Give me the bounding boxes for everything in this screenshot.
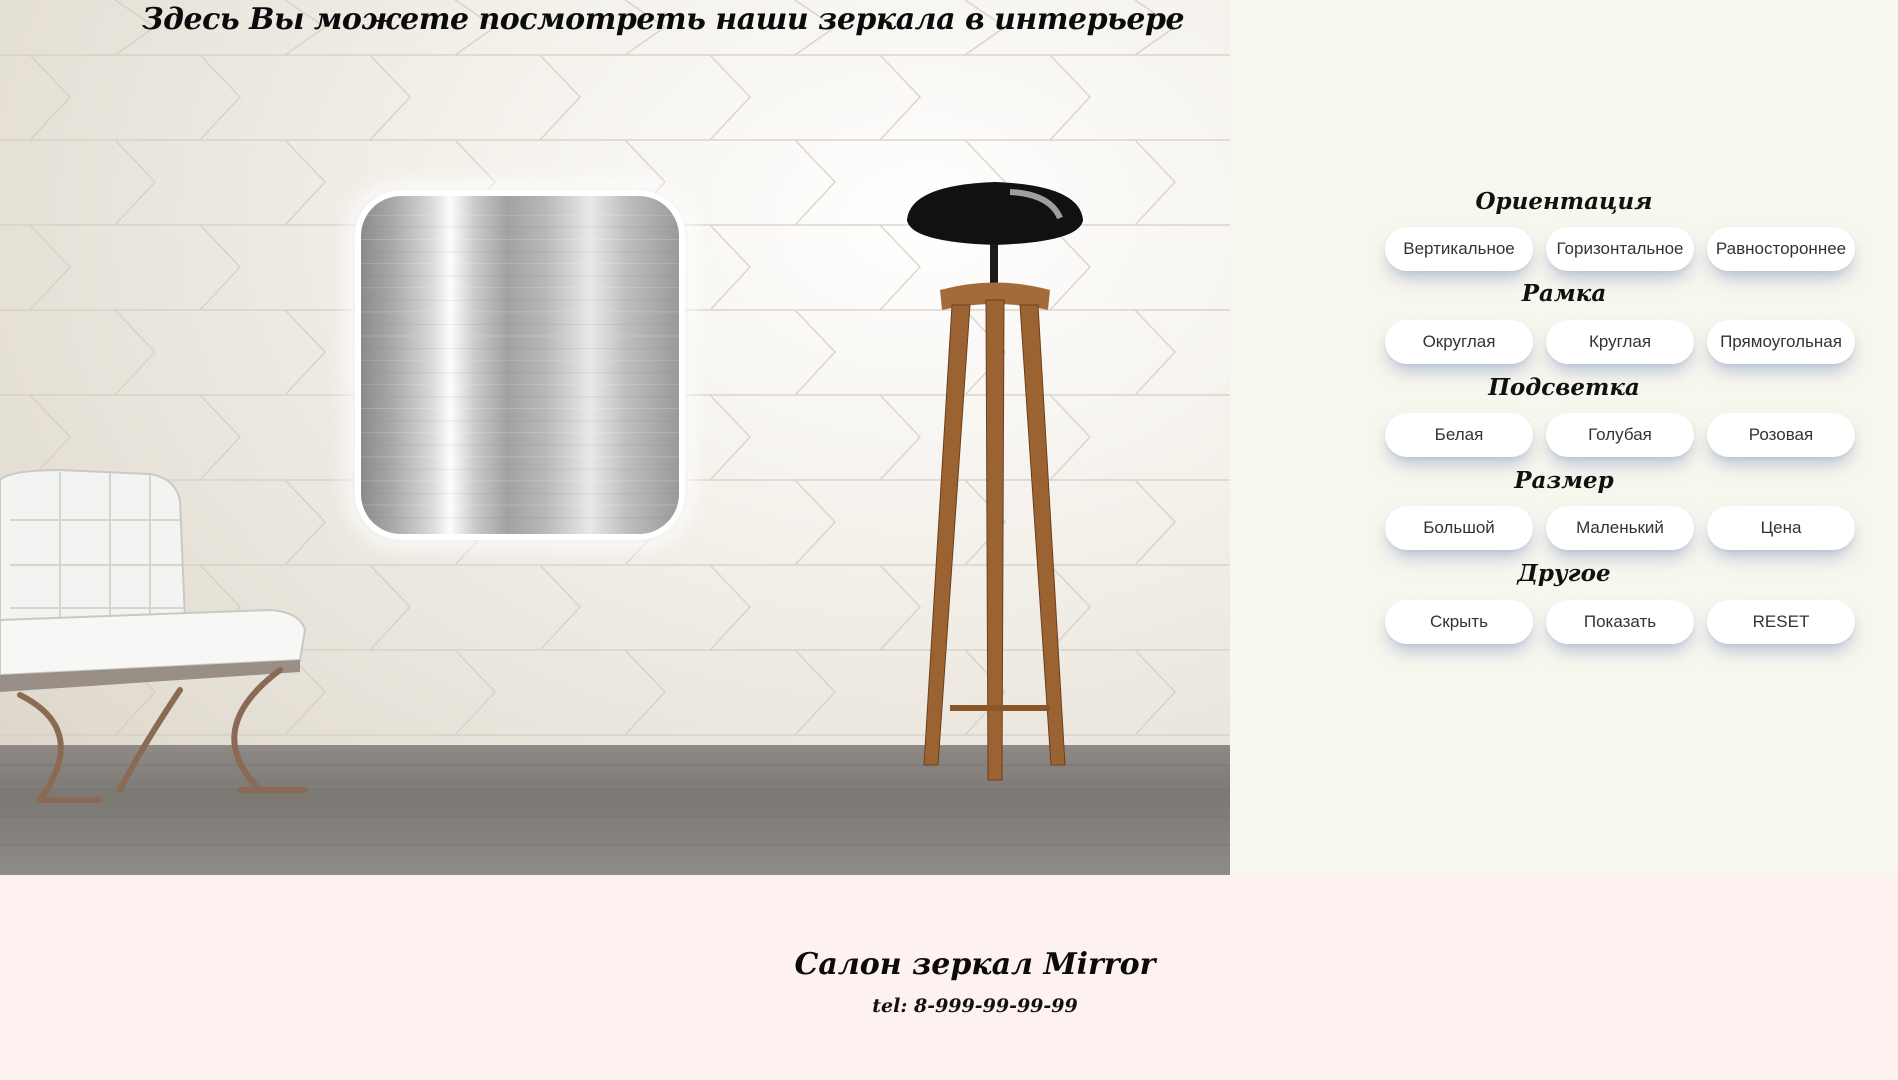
size-title: Размер <box>1514 467 1614 494</box>
show-button[interactable]: Показать <box>1546 600 1694 644</box>
blue-light-button[interactable]: Голубая <box>1546 413 1694 457</box>
round-frame-button[interactable]: Круглая <box>1546 320 1694 364</box>
frame-buttons: Округлая Круглая Прямоугольная <box>1385 320 1855 364</box>
orientation-title: Ориентация <box>1475 188 1653 215</box>
room-scene: Здесь Вы можете посмотреть наши зеркала … <box>0 0 1230 875</box>
vertical-orientation-button[interactable]: Вертикальное <box>1385 227 1533 271</box>
other-buttons: Скрыть Показать RESET <box>1385 600 1855 644</box>
reset-button[interactable]: RESET <box>1707 600 1855 644</box>
lighting-buttons: Белая Голубая Розовая <box>1385 413 1855 457</box>
price-button[interactable]: Цена <box>1707 506 1855 550</box>
orientation-buttons: Вертикальное Горизонтальное Равносторонн… <box>1385 227 1855 271</box>
chair-illustration <box>0 468 308 803</box>
mirror-preview <box>355 190 685 540</box>
small-size-button[interactable]: Маленький <box>1546 506 1694 550</box>
rounded-frame-button[interactable]: Округлая <box>1385 320 1533 364</box>
other-title: Другое <box>1517 560 1611 587</box>
rectangular-frame-button[interactable]: Прямоугольная <box>1707 320 1855 364</box>
footer-phone: tel: 8-999-99-99-99 <box>872 995 1078 1017</box>
lighting-title: Подсветка <box>1488 374 1640 401</box>
equilateral-orientation-button[interactable]: Равностороннее <box>1707 227 1855 271</box>
footer: Салон зеркал Mirror tel: 8-999-99-99-99 <box>0 875 1898 1080</box>
brushed-metal-texture <box>361 214 679 519</box>
frame-title: Рамка <box>1521 280 1607 307</box>
hide-button[interactable]: Скрыть <box>1385 600 1533 644</box>
large-size-button[interactable]: Большой <box>1385 506 1533 550</box>
size-buttons: Большой Маленький Цена <box>1385 506 1855 550</box>
footer-salon-name: Салон зеркал Mirror <box>794 947 1156 982</box>
floor-lamp-illustration <box>907 182 1083 781</box>
control-panel: Ориентация Вертикальное Горизонтальное Р… <box>1230 0 1898 875</box>
horizontal-orientation-button[interactable]: Горизонтальное <box>1546 227 1694 271</box>
white-light-button[interactable]: Белая <box>1385 413 1533 457</box>
pink-light-button[interactable]: Розовая <box>1707 413 1855 457</box>
page-title: Здесь Вы можете посмотреть наши зеркала … <box>142 2 1185 37</box>
